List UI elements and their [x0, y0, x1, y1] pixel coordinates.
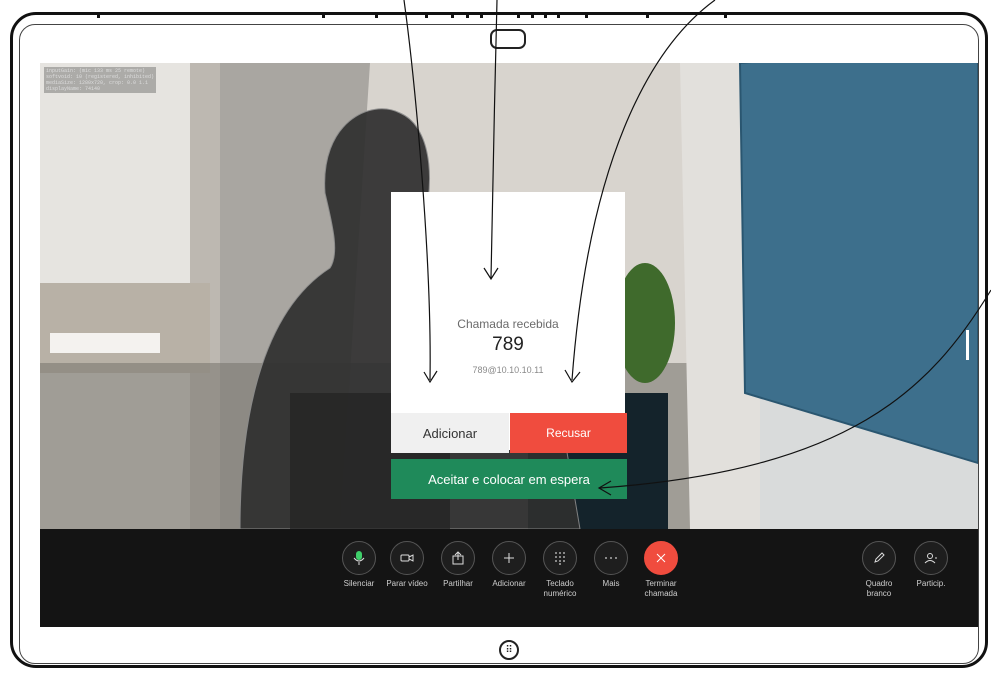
frame-mark	[646, 12, 649, 18]
stop-video-label: Parar vídeo	[386, 579, 428, 588]
incoming-call-dialog: Chamada recebida 789 789@10.10.10.11	[391, 192, 625, 450]
home-grid-icon: ⠿	[505, 644, 513, 656]
debug-overlay: inputGain: (mic 133 ms 25 remote) softvo…	[44, 67, 157, 93]
keypad-label: Teclado numérico	[543, 579, 577, 598]
frame-mark	[425, 12, 428, 18]
frame-mark	[97, 12, 100, 18]
frame-mark	[322, 12, 325, 18]
frame-mark	[375, 12, 378, 18]
frame-mark	[531, 12, 534, 18]
frame-mark	[544, 12, 547, 18]
whiteboard-button[interactable]: Quadro branco	[852, 541, 906, 599]
dialog-title: Chamada recebida	[457, 317, 559, 331]
keypad-button[interactable]: Teclado numérico	[533, 541, 587, 599]
participants-label: Particip.	[916, 579, 946, 588]
microphone-icon	[342, 541, 376, 575]
accept-and-hold-button[interactable]: Aceitar e colocar em espera	[391, 459, 627, 499]
add-button[interactable]: Adicionar	[391, 413, 509, 453]
camera-icon	[490, 29, 526, 49]
screen: inputGain: (mic 133 ms 25 remote) softvo…	[40, 63, 978, 627]
end-call-label: Terminar chamada	[644, 579, 678, 598]
add-participant-button[interactable]: Adicionar	[482, 541, 536, 589]
more-button[interactable]: Mais	[584, 541, 638, 589]
mute-label: Silenciar	[343, 579, 375, 588]
whiteboard-pen-icon	[862, 541, 896, 575]
share-button[interactable]: Partilhar	[431, 541, 485, 589]
keypad-icon	[543, 541, 577, 575]
share-icon	[441, 541, 475, 575]
frame-mark	[724, 12, 727, 18]
end-call-button[interactable]: Terminar chamada	[634, 541, 688, 599]
whiteboard-label: Quadro branco	[865, 579, 893, 598]
plus-icon	[492, 541, 526, 575]
caller-address: 789@10.10.10.11	[472, 365, 544, 375]
decline-button[interactable]: Recusar	[510, 413, 627, 453]
frame-mark	[466, 12, 469, 18]
frame-mark	[585, 12, 588, 18]
frame-mark	[557, 12, 560, 18]
participants-icon	[914, 541, 948, 575]
frame-mark	[480, 12, 483, 18]
call-toolbar: Silenciar Parar vídeo Partilhar Adiciona…	[40, 529, 978, 627]
end-call-icon	[644, 541, 678, 575]
more-icon	[594, 541, 628, 575]
video-camera-icon	[390, 541, 424, 575]
add-label: Adicionar	[492, 579, 526, 588]
caller-number: 789	[492, 334, 524, 355]
home-button[interactable]: ⠿	[499, 640, 519, 660]
frame-mark	[451, 12, 454, 18]
participants-button[interactable]: Particip.	[904, 541, 958, 589]
mute-button[interactable]: Silenciar	[332, 541, 386, 589]
frame-mark	[517, 12, 520, 18]
stop-video-button[interactable]: Parar vídeo	[380, 541, 434, 589]
share-label: Partilhar	[443, 579, 473, 588]
more-label: Mais	[602, 579, 620, 588]
